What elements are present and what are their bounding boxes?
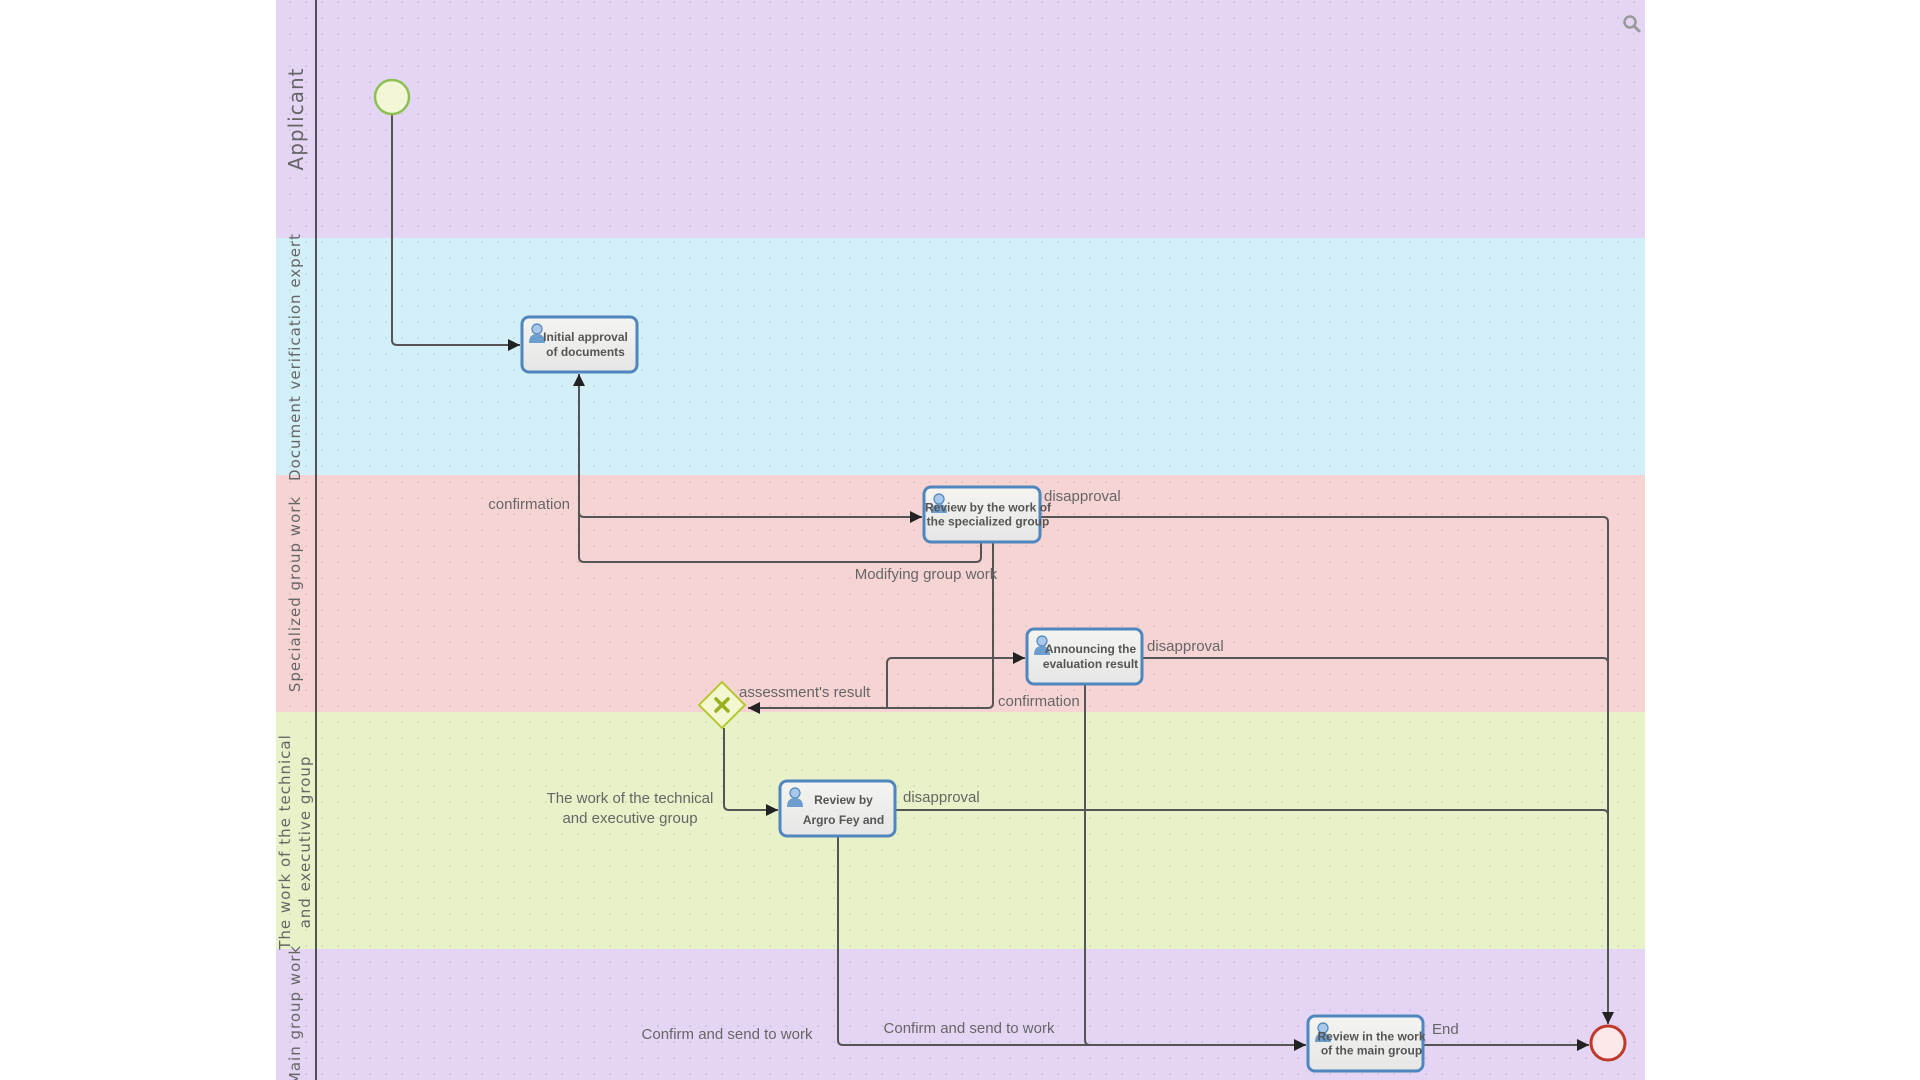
lane-label-applicant: Applicant — [284, 68, 308, 171]
label-confirmation-2: confirmation — [998, 693, 1080, 710]
lane-label-document-verification: Document verification expert — [286, 233, 304, 481]
lane-label-technical-line2: and executive group — [296, 756, 314, 929]
label-technical-line1: The work of the technical — [547, 790, 714, 807]
end-event[interactable] — [1589, 1024, 1627, 1062]
lane-label-specialized: Specialized group work — [286, 496, 304, 692]
label-modifying-group-work: Modifying group work — [855, 566, 998, 583]
task-label-line2: Argro Fey and — [803, 813, 884, 827]
task-review-argro-fey[interactable]: Review by Argro Fey and — [778, 779, 897, 838]
label-confirm-send-2: Confirm and send to work — [884, 1020, 1055, 1037]
bpmn-diagram: Applicant Document verification expert S… — [276, 0, 1645, 1080]
task-review-main-group[interactable]: Review in the workof the main group — [1306, 1014, 1426, 1073]
label-technical-line2: and executive group — [562, 810, 697, 827]
task-label-line2: of documents — [546, 345, 625, 359]
lane-label-technical-line1: The work of the technical — [276, 734, 294, 951]
task-initial-approval[interactable]: Initial approvalof documents — [520, 315, 639, 374]
task-label-line1: Review in the work — [1317, 1029, 1425, 1043]
label-disapproval-1: disapproval — [1044, 488, 1121, 505]
label-confirm-send-1: Confirm and send to work — [642, 1026, 813, 1043]
label-confirmation-1: confirmation — [488, 496, 570, 513]
task-label-line2: the specialized group — [927, 515, 1050, 529]
label-disapproval-2: disapproval — [1147, 638, 1224, 655]
label-disapproval-3: disapproval — [903, 789, 980, 806]
label-end: End — [1432, 1021, 1459, 1038]
lane-label-main-group: Main group work — [286, 945, 304, 1080]
start-event[interactable] — [373, 78, 411, 116]
task-label-line2: of the main group — [1321, 1044, 1422, 1058]
task-label-line1: Review by — [814, 793, 873, 807]
task-label-line1: Announcing the — [1045, 642, 1137, 656]
task-label-line1: Review by the work of — [925, 500, 1052, 514]
task-label-line2: evaluation result — [1043, 657, 1138, 671]
task-announcing-evaluation-result[interactable]: Announcing theevaluation result — [1025, 627, 1144, 686]
label-assessment-result: assessment's result — [739, 684, 871, 701]
task-label-line1: Initial approval — [543, 330, 628, 344]
task-review-specialized-group[interactable]: Review by the work ofthe specialized gro… — [922, 485, 1052, 544]
